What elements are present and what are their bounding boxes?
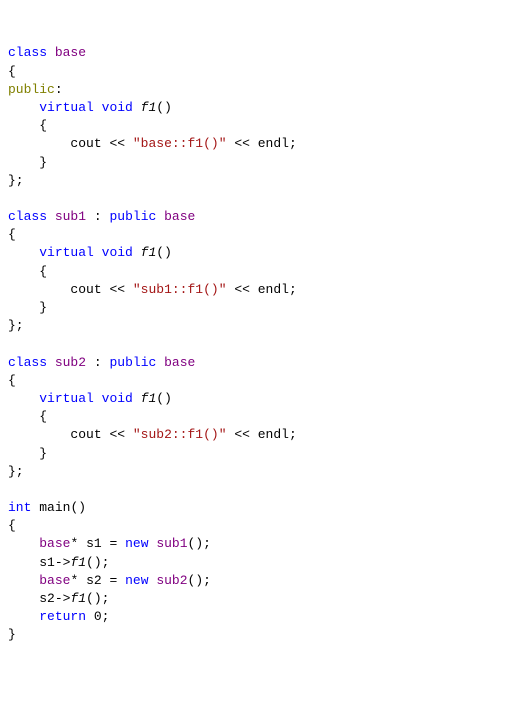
fn-main: main: [39, 500, 70, 515]
id-cout: cout: [70, 136, 101, 151]
keyword-new: new: [125, 536, 148, 551]
fn-f1: f1: [141, 100, 157, 115]
str-base-f1: "base::f1()": [133, 136, 227, 151]
code-block: class base { public: virtual void f1() {…: [8, 44, 503, 644]
str-sub2-f1: "sub2::f1()": [133, 427, 227, 442]
keyword-class: class: [8, 45, 47, 60]
id-s2: s2: [86, 573, 102, 588]
classname-sub2: sub2: [55, 355, 86, 370]
classname-base: base: [55, 45, 86, 60]
str-sub1-f1: "sub1::f1()": [133, 282, 227, 297]
classname-sub1: sub1: [55, 209, 86, 224]
num-zero: 0: [94, 609, 102, 624]
brace-close-semi: };: [8, 173, 24, 188]
keyword-return: return: [39, 609, 86, 624]
keyword-virtual: virtual: [39, 100, 94, 115]
id-endl: endl: [258, 136, 289, 151]
access-public: public: [8, 82, 55, 97]
brace-open: {: [8, 64, 16, 79]
keyword-void: void: [102, 100, 133, 115]
id-s1: s1: [86, 536, 102, 551]
keyword-int: int: [8, 500, 31, 515]
